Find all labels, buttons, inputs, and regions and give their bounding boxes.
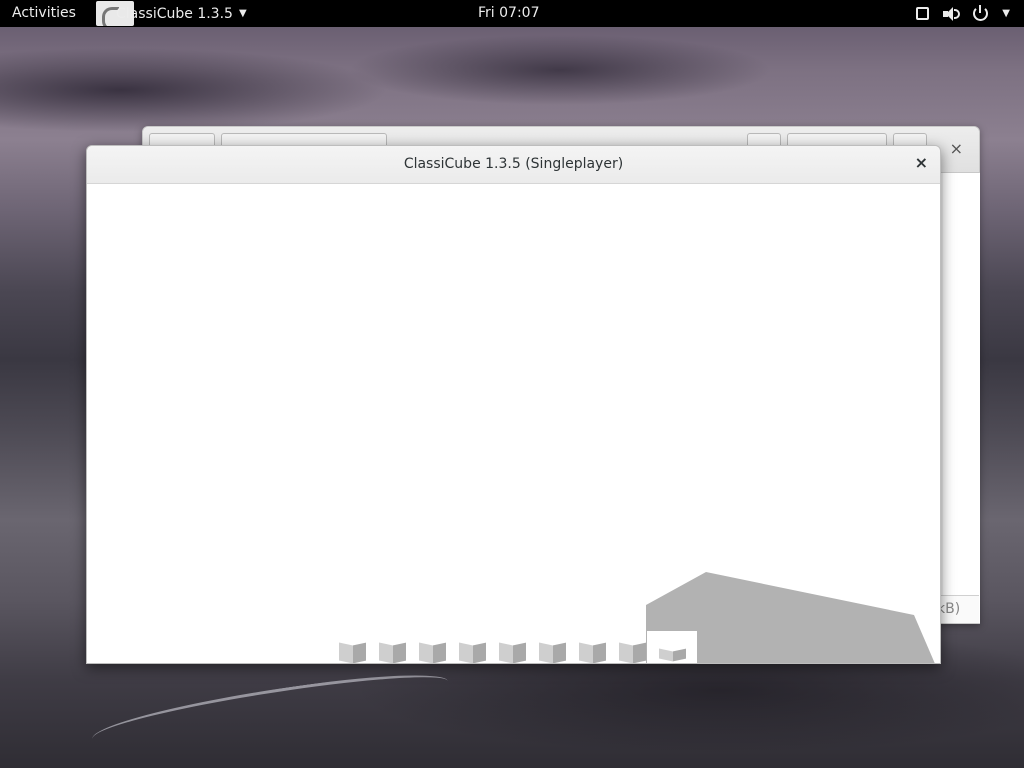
window-titlebar[interactable]: ClassiCube 1.3.5 (Singleplayer) ×: [87, 146, 940, 184]
top-bar: Activities ClassiCube 1.3.5 ▼ Fri 07:07 …: [0, 0, 1024, 27]
window-square-icon[interactable]: [916, 7, 930, 20]
hotbar-block-icon[interactable]: [619, 641, 647, 663]
game-viewport[interactable]: [87, 184, 940, 663]
classicube-window[interactable]: ClassiCube 1.3.5 (Singleplayer) ×: [86, 145, 941, 664]
system-tray[interactable]: ▼: [916, 3, 1010, 24]
volume-icon[interactable]: [943, 6, 961, 22]
window-title: ClassiCube 1.3.5 (Singleplayer): [403, 156, 624, 172]
close-icon[interactable]: ×: [915, 153, 928, 172]
hotbar-block-icon[interactable]: [539, 641, 567, 663]
hotbar-block-icon[interactable]: [419, 641, 447, 663]
power-icon[interactable]: [973, 5, 989, 21]
chevron-down-icon: ▼: [238, 8, 247, 19]
app-menu[interactable]: ClassiCube 1.3.5 ▼: [96, 0, 247, 27]
hotbar-block-icon[interactable]: [339, 641, 367, 663]
hotbar-block-icon[interactable]: [499, 641, 527, 663]
app-menu-label: ClassiCube 1.3.5: [116, 5, 233, 22]
hotbar-block-icon[interactable]: [579, 641, 607, 663]
chevron-down-icon[interactable]: ▼: [1002, 8, 1010, 19]
clock[interactable]: Fri 07:07: [478, 5, 539, 21]
hotbar-block-icon[interactable]: [379, 641, 407, 663]
activities-button[interactable]: Activities: [12, 5, 76, 21]
close-icon[interactable]: ×: [950, 139, 963, 158]
background-window-content: [943, 173, 980, 623]
hotbar-block-icon[interactable]: [459, 641, 487, 663]
hotbar[interactable]: [337, 631, 697, 663]
hotbar-slab-icon[interactable]: [659, 641, 687, 663]
